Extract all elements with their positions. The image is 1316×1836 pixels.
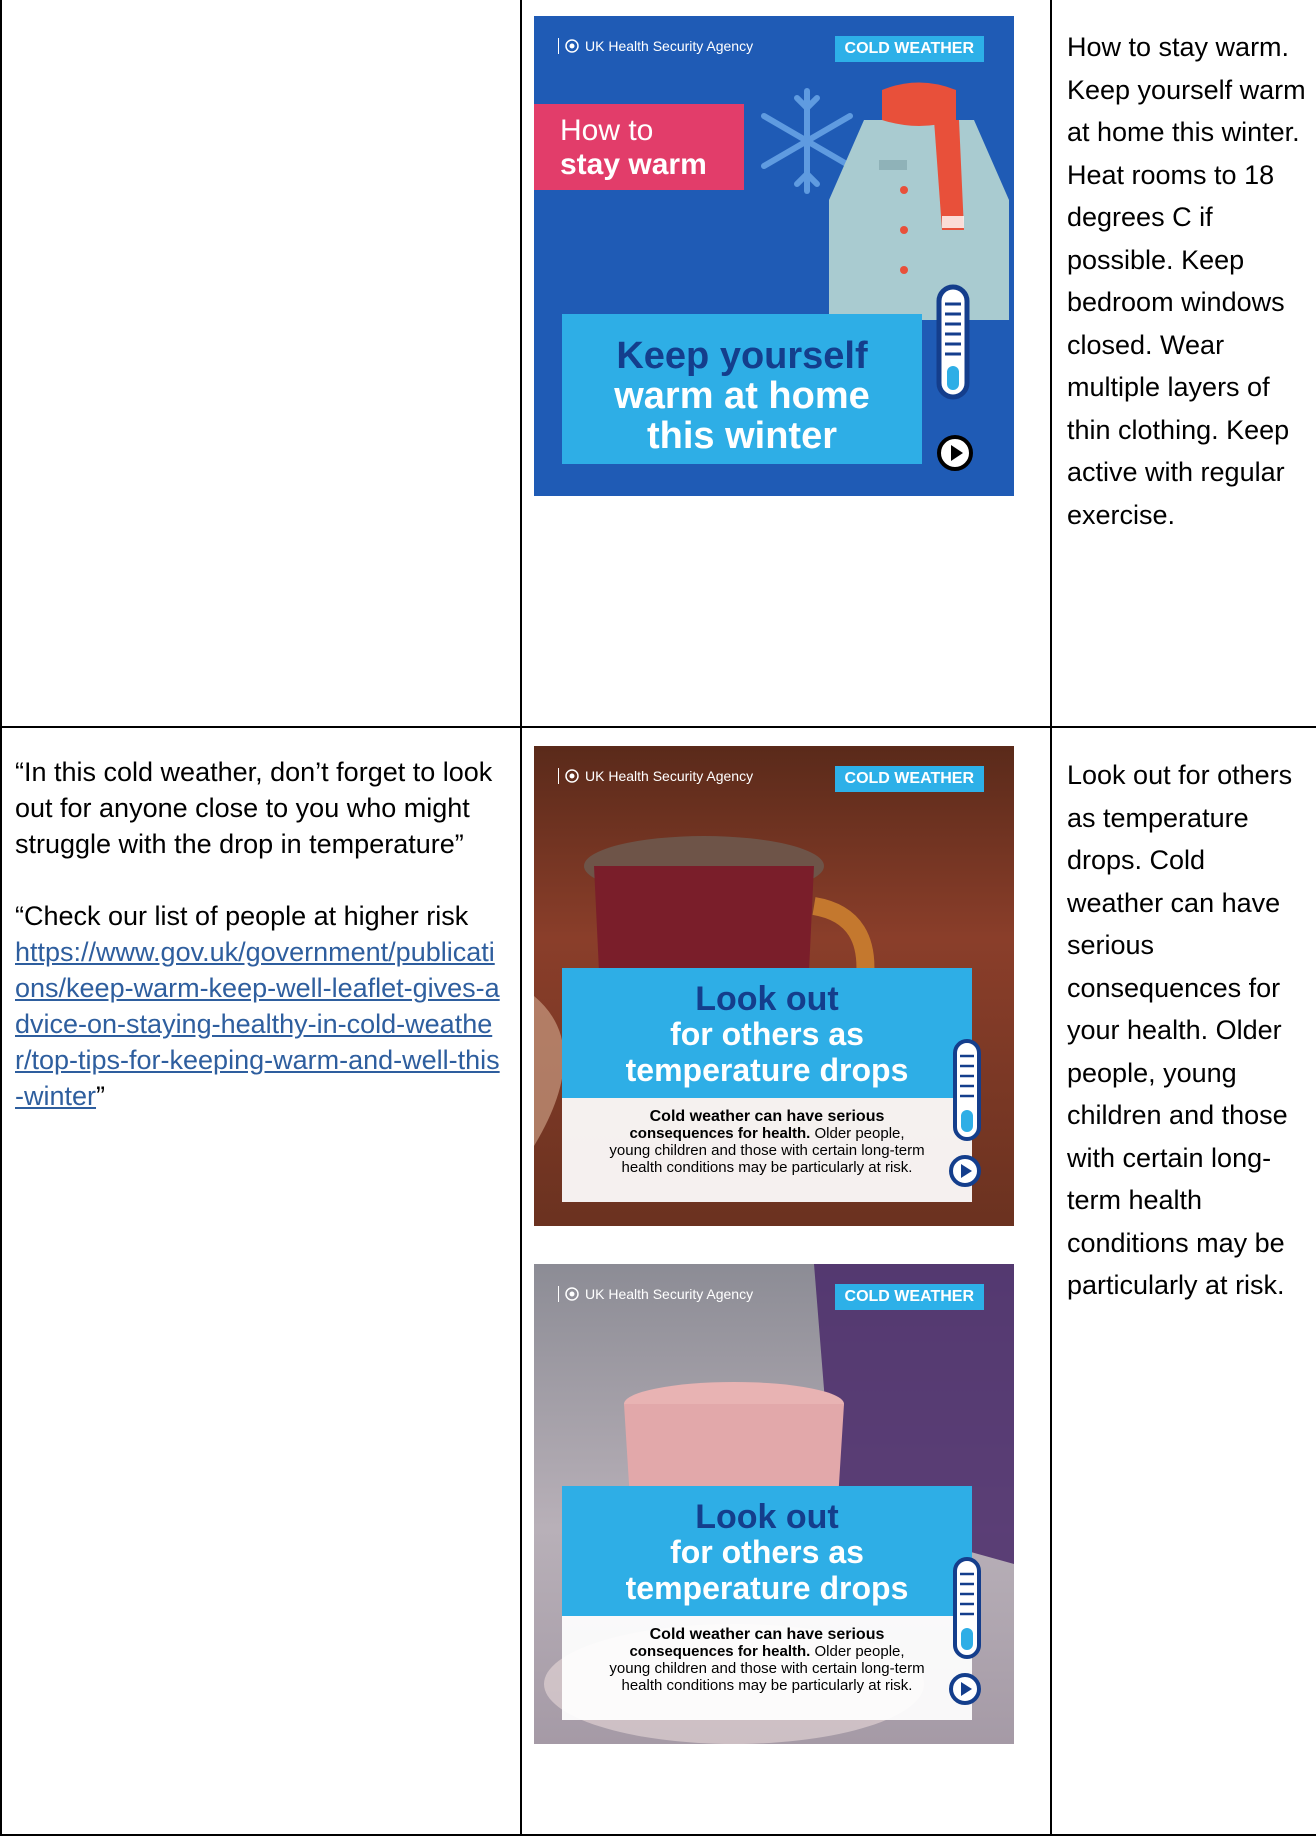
table-row: “In this cold weather, don’t forget to l… [0, 726, 1316, 1836]
row1-description-cell: How to stay warm. Keep yourself warm at … [1050, 0, 1316, 728]
main-message-line2: warm at home [614, 375, 870, 417]
row2-image-cell: UK Health Security Agency COLD WEATHER L… [520, 726, 1052, 1836]
cold-weather-badge: COLD WEATHER [834, 1284, 984, 1310]
body-line4: health conditions may be particularly at… [621, 1159, 913, 1176]
title-line1: Look out [695, 1498, 839, 1536]
thermometer-icon [936, 284, 970, 400]
how-to-label: How to stay warm [534, 104, 744, 190]
title-line2: for others as [670, 1534, 864, 1570]
higher-risk-link[interactable]: https://www.gov.uk/government/publicatio… [15, 937, 500, 1111]
play-icon[interactable] [948, 1672, 982, 1706]
title-line3: temperature drops [625, 1570, 909, 1606]
body-line1: Cold weather can have serious [649, 1108, 885, 1125]
row2-description-cell: Look out for others as temperature drops… [1050, 726, 1316, 1836]
row1-image-cell: UK Health Security Agency COLD WEATHER K… [520, 0, 1052, 728]
row2-text-cell: “In this cold weather, don’t forget to l… [0, 726, 522, 1836]
agency-name: UK Health Security Agency [585, 1286, 754, 1302]
quote-check-list-text: “Check our list of people at higher risk [15, 901, 469, 931]
row2-prose: “In this cold weather, don’t forget to l… [2, 728, 520, 1114]
body-line2-rest: Older people, [810, 1125, 905, 1142]
look-out-poster-mug: UK Health Security Agency COLD WEATHER L… [534, 746, 1014, 1226]
stay-warm-poster: UK Health Security Agency COLD WEATHER K… [534, 16, 1014, 496]
body-line3: young children and those with certain lo… [609, 1660, 925, 1677]
quote-close: ” [96, 1081, 106, 1111]
look-out-body-band: Cold weather can have serious consequenc… [562, 1616, 972, 1720]
thermometer-icon [953, 1039, 981, 1141]
row2-description: Look out for others as temperature drops… [1067, 760, 1293, 1300]
body-line2-rest: Older people, [810, 1643, 905, 1660]
table-row: UK Health Security Agency COLD WEATHER K… [0, 0, 1316, 728]
crest-icon [565, 769, 579, 783]
quote-look-out: “In this cold weather, don’t forget to l… [15, 757, 493, 859]
main-message-line1: Keep yourself [616, 335, 868, 377]
body-line2: consequences for health. Older people, [562, 1643, 972, 1660]
body-line3: young children and those with certain lo… [609, 1142, 925, 1159]
agency-logo: UK Health Security Agency [558, 1286, 753, 1302]
play-icon[interactable] [936, 434, 974, 472]
body-line1: Cold weather can have serious [649, 1626, 885, 1643]
look-out-title-band: Look out for others as temperature drops [562, 968, 972, 1098]
body-line2-bold: consequences for health. [629, 1125, 811, 1142]
content-table: UK Health Security Agency COLD WEATHER K… [0, 0, 1316, 1836]
body-line2: consequences for health. Older people, [562, 1125, 972, 1142]
quote-check-list: “Check our list of people at higher risk… [15, 898, 502, 1114]
title-line3: temperature drops [625, 1052, 909, 1088]
cold-weather-badge: COLD WEATHER [834, 766, 984, 792]
look-out-body-band: Cold weather can have serious consequenc… [562, 1098, 972, 1202]
thermometer-icon [953, 1557, 981, 1659]
agency-logo: UK Health Security Agency [558, 768, 753, 784]
look-out-title-band: Look out for others as temperature drops [562, 1486, 972, 1616]
title-line1: Look out [695, 980, 839, 1018]
title-line2: for others as [670, 1016, 864, 1052]
main-message-box: Keep yourself warm at home this winter [562, 314, 922, 464]
how-to-line2: stay warm [560, 148, 707, 181]
main-message-line3: this winter [646, 415, 838, 457]
row1-description: How to stay warm. Keep yourself warm at … [1067, 32, 1306, 530]
look-out-poster-pink-cup: UK Health Security Agency COLD WEATHER L… [534, 1264, 1014, 1744]
play-icon[interactable] [948, 1154, 982, 1188]
crest-icon [565, 1287, 579, 1301]
agency-logo: UK Health Security Agency [558, 38, 753, 54]
agency-name: UK Health Security Agency [585, 38, 754, 54]
row1-text-cell [0, 0, 522, 728]
how-to-line1: How to [560, 114, 654, 147]
agency-name: UK Health Security Agency [585, 768, 754, 784]
cold-weather-badge: COLD WEATHER [834, 36, 984, 62]
coat-scarf-illustration [829, 82, 1009, 320]
body-line4: health conditions may be particularly at… [621, 1677, 913, 1694]
body-line2-bold: consequences for health. [629, 1643, 811, 1660]
crest-icon [565, 39, 579, 53]
